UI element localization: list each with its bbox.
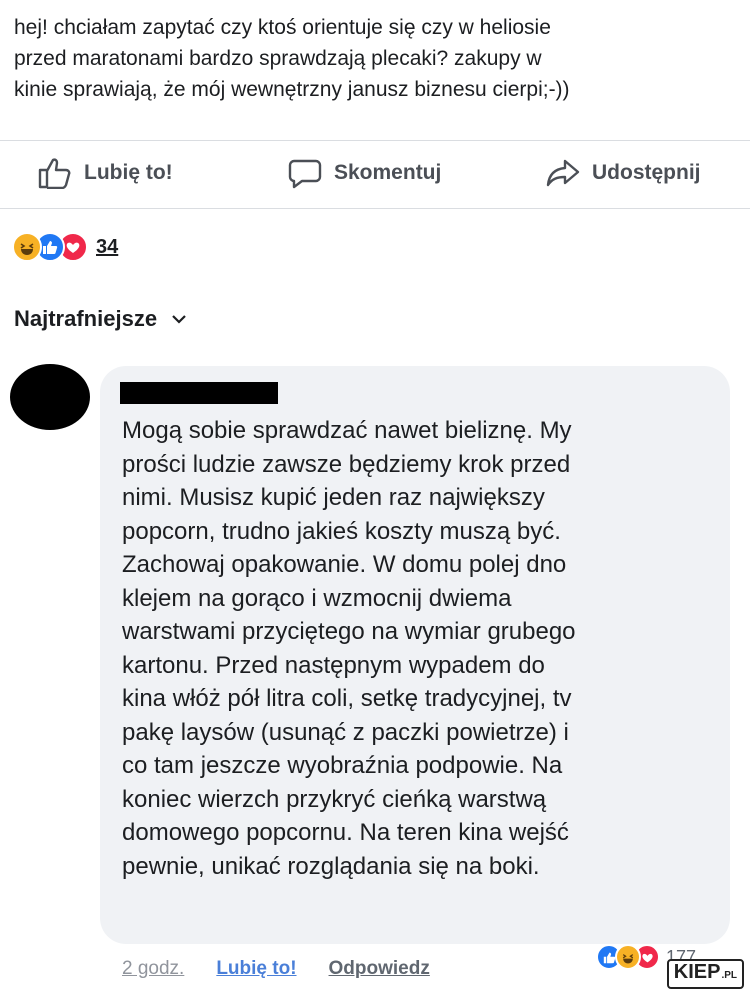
post-reactions[interactable]: 34 [12, 232, 118, 262]
comment-like-link[interactable]: Lubię to! [216, 958, 296, 980]
comment-bubble: Mogą sobie sprawdzać nawet bieliznę. My … [100, 366, 730, 944]
comment-text-line: nimi. Musisz kupić jeden raz największy [122, 484, 545, 511]
post-action-bar: Lubię to! Skomentuj Udostępnij [0, 148, 750, 198]
comment-text-line: prości ludzie zawsze będziemy krok przed [122, 450, 571, 478]
comment-text: Mogą sobie sprawdzać nawet bieliznę. My … [122, 414, 722, 883]
share-button[interactable]: Udostępnij [546, 148, 701, 198]
comment-text-line: kartonu. Przed następnym wypadem do [122, 651, 545, 679]
post-text: hej! chciałam zapytać czy ktoś orientuje… [14, 12, 740, 105]
avatar[interactable] [10, 364, 90, 430]
comment-text-line: Zachowaj opakowanie. W domu polej dno [122, 551, 567, 578]
comment-button-label: Skomentuj [334, 161, 442, 184]
speech-bubble-icon [288, 159, 322, 189]
comment-reply-link[interactable]: Odpowiedz [329, 958, 430, 980]
chevron-down-icon [172, 315, 186, 324]
comment-text-line: domowego popcornu. Na teren kina wejść [122, 819, 569, 846]
site-watermark: KIEP .PL [666, 959, 744, 989]
comment-button[interactable]: Skomentuj [288, 148, 441, 198]
post-text-line: kinie sprawiają, że mój wewnętrzny janus… [14, 78, 570, 101]
haha-icon [615, 944, 641, 970]
redacted-author-name [120, 382, 278, 404]
comments-sort-dropdown[interactable]: Najtrafniejsze [14, 306, 187, 332]
comment-text-line: warstwami przyciętego na wymiar grubego [122, 618, 576, 645]
haha-icon [12, 232, 42, 262]
comment-text-line: kina włóż pół litra coli, setkę tradycyj… [122, 685, 572, 712]
comments-sort-label: Najtrafniejsze [14, 306, 158, 331]
comment-text-line: pewnie, unikać rozglądania się na boki. [122, 852, 540, 880]
thumbs-up-icon [38, 158, 71, 189]
comment-text-line: klejem na gorąco i wzmocnij dwiema [122, 584, 512, 612]
comment-timestamp[interactable]: 2 godz. [122, 958, 184, 980]
divider [0, 140, 750, 141]
post-text-line: przed maratonami bardzo sprawdzają pleca… [14, 47, 542, 70]
like-button[interactable]: Lubię to! [38, 148, 173, 198]
share-arrow-icon [546, 159, 580, 187]
watermark-text: KIEP [673, 961, 721, 983]
comment-meta: 2 godz. Lubię to! Odpowiedz [122, 955, 430, 983]
comment-text-line: pakę laysów (usunąć z paczki powietrze) … [122, 718, 569, 746]
comment-text-line: koniec wierzch przykryć cieńką warstwą [122, 785, 547, 813]
comment-text-line: Mogą sobie sprawdzać nawet bieliznę. My [122, 417, 572, 444]
reaction-count[interactable]: 34 [96, 236, 118, 259]
watermark-suffix: .PL [721, 970, 737, 981]
like-button-label: Lubię to! [84, 161, 173, 184]
share-button-label: Udostępnij [592, 161, 701, 184]
post-text-line: hej! chciałam zapytać czy ktoś orientuje… [14, 16, 551, 39]
comment-text-line: popcorn, trudno jakieś koszty muszą być. [122, 517, 561, 545]
divider [0, 208, 750, 209]
comment-text-line: co tam jeszcze wyobraźnia podpowie. Na [122, 752, 563, 779]
